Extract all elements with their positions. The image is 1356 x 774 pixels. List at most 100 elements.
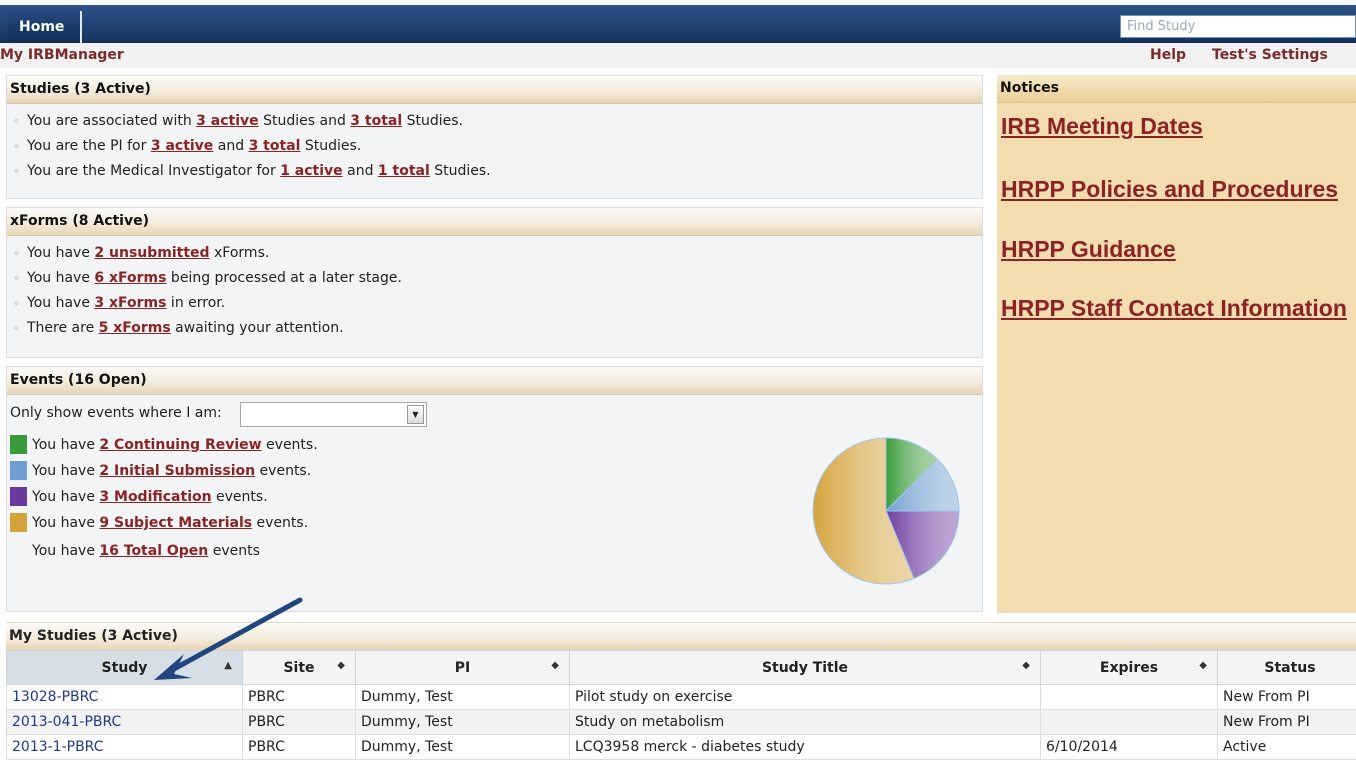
legend-swatch xyxy=(10,435,27,454)
help-link[interactable]: Help xyxy=(1150,47,1186,63)
mi-active-link[interactable]: 1 active xyxy=(280,163,342,179)
app-title: My IRBManager xyxy=(0,47,124,63)
study-site: PBRC xyxy=(242,684,356,710)
bullet-icon: ◦ xyxy=(13,165,20,178)
line-text: You have xyxy=(27,245,95,261)
notices-title: Notices xyxy=(997,75,1356,103)
column-label: Study xyxy=(101,659,148,676)
sub-header: My IRBManager Help Test's Settings xyxy=(0,43,1356,68)
hrpp-staff-contact-link[interactable]: HRPP Staff Contact Information xyxy=(1001,295,1347,322)
event-role-select[interactable]: ▼ xyxy=(240,402,427,427)
study-site: PBRC xyxy=(242,709,356,735)
line-text: being processed at a later stage. xyxy=(166,270,402,286)
line-text: events. xyxy=(261,437,318,453)
study-status: New From PI xyxy=(1217,684,1356,710)
event-row-subject-materials: You have 9 Subject Materials events. xyxy=(10,513,308,535)
find-study-input[interactable] xyxy=(1120,15,1356,38)
studies-summary-line: ◦ You are the PI for 3 active and 3 total… xyxy=(13,135,982,160)
study-status: New From PI xyxy=(1217,709,1356,735)
xforms-line: ◦ You have 3 xForms in error. xyxy=(13,292,982,317)
event-row-continuing-review: You have 2 Continuing Review events. xyxy=(10,435,318,457)
top-nav-bar: Home xyxy=(0,5,1356,43)
study-pi: Dummy, Test xyxy=(355,684,570,710)
line-text: You are the PI for xyxy=(27,138,151,154)
legend-swatch xyxy=(10,513,27,532)
event-row-modification: You have 3 Modification events. xyxy=(10,487,268,509)
processing-xforms-link[interactable]: 6 xForms xyxy=(94,270,166,286)
bullet-icon: ◦ xyxy=(13,322,20,335)
arrow-annotation-icon xyxy=(154,597,303,680)
line-text: in error. xyxy=(166,295,226,311)
study-site: PBRC xyxy=(242,734,356,760)
line-text: You have xyxy=(32,515,100,531)
study-id-link[interactable]: 2013-1-PBRC xyxy=(6,734,243,760)
study-title: LCQ3958 merck - diabetes study xyxy=(569,734,1041,760)
table-row: 2013-041-PBRC PBRC Dummy, Test Study on … xyxy=(6,709,1356,735)
column-label: Status xyxy=(1264,659,1316,676)
line-text: You are associated with xyxy=(27,113,197,129)
line-text: xForms. xyxy=(209,245,270,261)
subject-materials-link[interactable]: 9 Subject Materials xyxy=(99,515,252,531)
study-expires xyxy=(1040,709,1218,735)
event-filter-label: Only show events where I am: xyxy=(10,405,222,421)
bullet-icon: ◦ xyxy=(13,115,20,128)
hrpp-guidance-link[interactable]: HRPP Guidance xyxy=(1001,236,1176,263)
studies-active-link[interactable]: 3 active xyxy=(196,113,258,129)
studies-summary-line: ◦ You are associated with 3 active Studie… xyxy=(13,110,982,135)
line-text: events xyxy=(208,543,260,559)
unsubmitted-xforms-link[interactable]: 2 unsubmitted xyxy=(94,245,209,261)
table-row: 13028-PBRC PBRC Dummy, Test Pilot study … xyxy=(6,684,1356,710)
line-text: You have xyxy=(27,295,95,311)
hrpp-policies-link[interactable]: HRPP Policies and Procedures xyxy=(1001,176,1338,203)
total-open-link[interactable]: 16 Total Open xyxy=(99,543,208,559)
events-pie-chart xyxy=(812,437,960,585)
awaiting-xforms-link[interactable]: 5 xForms xyxy=(99,320,171,336)
study-pi: Dummy, Test xyxy=(355,734,570,760)
line-text: Studies. xyxy=(300,138,362,154)
line-text: You have xyxy=(32,543,100,559)
bullet-icon: ◦ xyxy=(13,140,20,153)
tab-home[interactable]: Home xyxy=(8,11,82,43)
pi-active-link[interactable]: 3 active xyxy=(151,138,213,154)
column-header-pi[interactable]: PI ◆ xyxy=(355,650,570,685)
studies-panel: Studies (3 Active) ◦ You are associated w… xyxy=(6,75,983,199)
sort-icon: ◆ xyxy=(551,660,559,671)
line-text: and xyxy=(342,163,378,179)
bullet-icon: ◦ xyxy=(13,272,20,285)
column-header-expires[interactable]: Expires ◆ xyxy=(1040,650,1218,685)
event-row-initial-submission: You have 2 Initial Submission events. xyxy=(10,461,311,483)
chevron-down-icon[interactable]: ▼ xyxy=(407,405,424,424)
line-text: You have xyxy=(32,489,100,505)
error-xforms-link[interactable]: 3 xForms xyxy=(94,295,166,311)
pi-total-link[interactable]: 3 total xyxy=(249,138,301,154)
bullet-icon: ◦ xyxy=(13,297,20,310)
column-label: Expires xyxy=(1099,659,1159,676)
line-text: events. xyxy=(252,515,309,531)
studies-summary-line: ◦ You are the Medical Investigator for 1 … xyxy=(13,160,982,185)
initial-submission-link[interactable]: 2 Initial Submission xyxy=(99,463,255,479)
sort-icon: ◆ xyxy=(1199,660,1207,671)
study-expires: 6/10/2014 xyxy=(1040,734,1218,760)
study-id-link[interactable]: 13028-PBRC xyxy=(6,684,243,710)
xforms-panel-title: xForms (8 Active) xyxy=(7,208,982,236)
line-text: You have xyxy=(27,270,95,286)
irb-meeting-dates-link[interactable]: IRB Meeting Dates xyxy=(1001,113,1203,140)
mi-total-link[interactable]: 1 total xyxy=(378,163,430,179)
line-text: events. xyxy=(255,463,312,479)
column-label: Study Title xyxy=(761,659,849,676)
line-text: There are xyxy=(27,320,99,336)
modification-link[interactable]: 3 Modification xyxy=(99,489,211,505)
study-id-link[interactable]: 2013-041-PBRC xyxy=(6,709,243,735)
events-panel-title: Events (16 Open) xyxy=(7,367,982,395)
column-header-status[interactable]: Status xyxy=(1217,650,1356,685)
line-text: awaiting your attention. xyxy=(170,320,344,336)
study-status: Active xyxy=(1217,734,1356,760)
notices-panel: Notices IRB Meeting Dates HRPP Policies … xyxy=(997,75,1356,613)
study-title: Pilot study on exercise xyxy=(569,684,1041,710)
continuing-review-link[interactable]: 2 Continuing Review xyxy=(99,437,261,453)
study-title: Study on metabolism xyxy=(569,709,1041,735)
sort-icon: ◆ xyxy=(337,660,345,671)
column-header-study-title[interactable]: Study Title ◆ xyxy=(569,650,1041,685)
settings-link[interactable]: Test's Settings xyxy=(1212,47,1328,63)
studies-total-link[interactable]: 3 total xyxy=(350,113,402,129)
